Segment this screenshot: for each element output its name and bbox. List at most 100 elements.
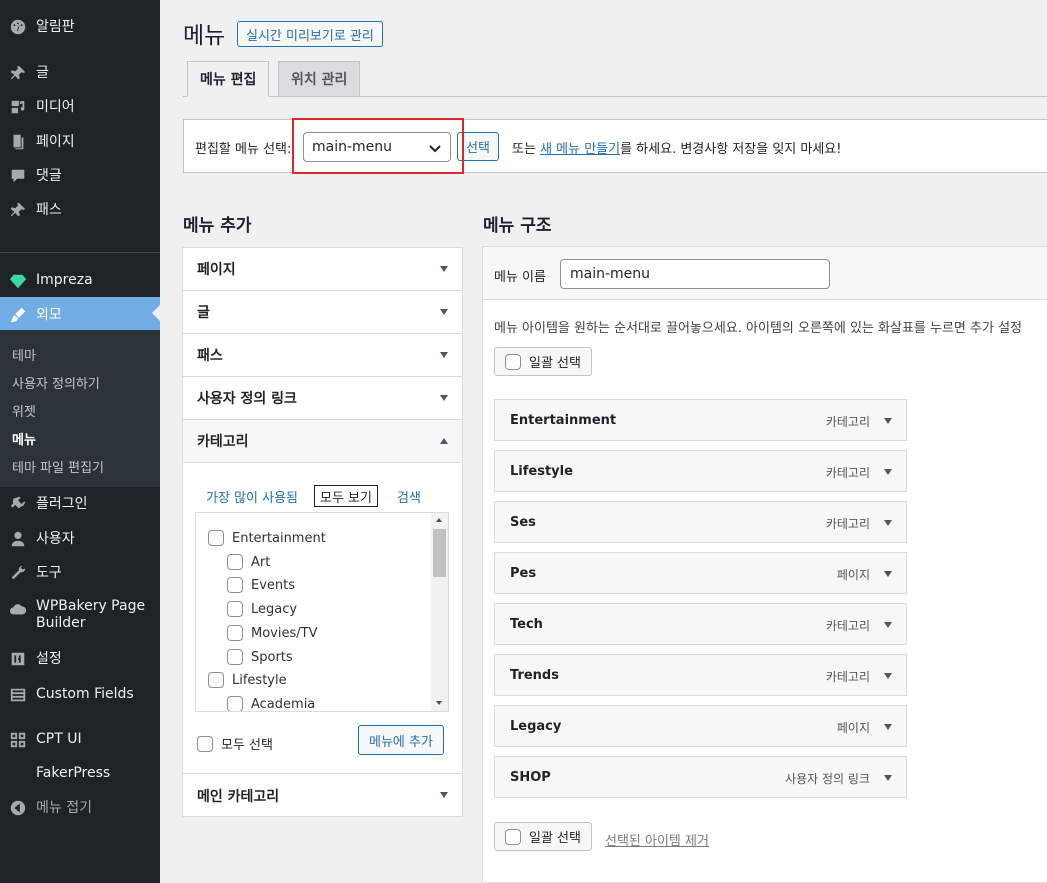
accordion-main-categories[interactable]: 메인 카테고리 [183, 773, 462, 817]
sidebar-item-cpt-ui[interactable]: CPT UI [0, 722, 160, 756]
scrollbar[interactable] [431, 513, 448, 711]
sidebar-item-appearance[interactable]: 외모 [0, 297, 160, 331]
sidebar-item-label: 설정 [36, 651, 62, 667]
menu-item-type: 카테고리 [825, 619, 870, 633]
scrollbar-thumb[interactable] [433, 529, 446, 577]
tab-edit-menus[interactable]: 메뉴 편집 [187, 61, 270, 97]
caret-down-icon[interactable] [884, 622, 892, 628]
caret-down-icon [440, 352, 448, 358]
menu-item[interactable]: Trends 카테고리 [494, 654, 907, 696]
bulk-select-bottom[interactable]: 일괄 선택 [494, 822, 592, 851]
remove-selected-items-link[interactable]: 선택된 아이템 제거 [605, 830, 709, 849]
pin-icon [8, 200, 28, 220]
caret-down-icon[interactable] [884, 520, 892, 526]
scroll-up-icon[interactable] [436, 518, 442, 522]
menu-item-type: 페이지 [836, 568, 870, 582]
list-item[interactable]: Entertainment [208, 530, 326, 546]
checkbox[interactable] [227, 554, 243, 570]
user-icon [8, 529, 28, 549]
checkbox[interactable] [505, 353, 521, 370]
menu-item[interactable]: Legacy 페이지 [494, 705, 907, 747]
list-item[interactable]: Academia [227, 696, 315, 711]
accordion-pages[interactable]: 페이지 [183, 248, 462, 291]
sidebar-item-plugins[interactable]: 플러그인 [0, 486, 160, 520]
sidebar-item-custom-fields[interactable]: Custom Fields [0, 677, 160, 711]
accordion-posts[interactable]: 글 [183, 291, 462, 334]
collapse-menu-button[interactable]: 메뉴 접기 [0, 790, 160, 824]
menu-item[interactable]: Lifestyle 카테고리 [494, 450, 907, 492]
add-to-menu-button[interactable]: 메뉴에 추가 [358, 725, 444, 755]
checkbox[interactable] [505, 828, 521, 845]
create-new-menu-link[interactable]: 새 메뉴 만들기 [540, 142, 620, 157]
menu-item-title: Lifestyle [510, 463, 573, 479]
highlight-annotation [292, 118, 464, 174]
menu-name-label: 메뉴 이름 [494, 270, 546, 285]
sidebar-item-impreza[interactable]: Impreza [0, 263, 160, 297]
sidebar-item-label: 메뉴 접기 [36, 800, 92, 816]
checkbox[interactable] [197, 735, 213, 752]
caret-down-icon[interactable] [884, 571, 892, 577]
submenu-item-themes[interactable]: 테마 [12, 345, 36, 364]
sidebar-item-tools[interactable]: 도구 [0, 555, 160, 589]
caret-down-icon[interactable] [884, 418, 892, 424]
checkbox[interactable] [227, 625, 243, 641]
tab-most-used[interactable]: 가장 많이 사용됨 [206, 487, 298, 506]
submenu-item-theme-editor[interactable]: 테마 파일 편집기 [12, 457, 104, 476]
sidebar-item-wpbakery[interactable]: WPBakery Page Builder [0, 598, 160, 632]
sidebar-item-users[interactable]: 사용자 [0, 521, 160, 555]
caret-down-icon[interactable] [884, 775, 892, 781]
live-preview-button[interactable]: 실시간 미리보기로 관리 [237, 21, 383, 47]
sidebar-item-comments[interactable]: 댓글 [0, 158, 160, 192]
category-label: Art [251, 554, 271, 570]
accordion-label: 카테고리 [197, 434, 249, 450]
tab-search[interactable]: 검색 [397, 487, 421, 506]
scroll-down-icon[interactable] [436, 701, 442, 705]
accordion-categories[interactable]: 카테고리 [183, 420, 462, 463]
list-item[interactable]: Art [227, 554, 270, 570]
menu-item[interactable]: Ses 카테고리 [494, 501, 907, 543]
sidebar-item-pages[interactable]: 페이지 [0, 124, 160, 158]
checkbox[interactable] [227, 696, 243, 711]
list-item[interactable]: Sports [227, 649, 293, 665]
checkbox[interactable] [208, 530, 224, 546]
list-item[interactable]: Legacy [227, 601, 297, 617]
submenu-item-customize[interactable]: 사용자 정의하기 [12, 373, 100, 392]
caret-down-icon[interactable] [884, 673, 892, 679]
menu-item[interactable]: Tech 카테고리 [494, 603, 907, 645]
bulk-select-top[interactable]: 일괄 선택 [494, 347, 592, 376]
sidebar-item-label: 알림판 [36, 19, 75, 35]
submenu-item-menus[interactable]: 메뉴 [12, 429, 36, 448]
menu-name-input[interactable]: main-menu [560, 259, 830, 289]
category-label: Movies/TV [251, 625, 318, 641]
sidebar-item-pes[interactable]: 패스 [0, 192, 160, 226]
menu-item[interactable]: SHOP 사용자 정의 링크 [494, 756, 907, 798]
list-item[interactable]: Movies/TV [227, 625, 317, 641]
list-item[interactable]: Events [227, 577, 295, 593]
accordion-pes[interactable]: 패스 [183, 334, 462, 377]
accordion-custom-links[interactable]: 사용자 정의 링크 [183, 377, 462, 420]
sidebar-item-media[interactable]: 미디어 [0, 89, 160, 123]
caret-down-icon[interactable] [884, 724, 892, 730]
menu-item[interactable]: Pes 페이지 [494, 552, 907, 594]
submenu-item-widgets[interactable]: 위젯 [12, 401, 36, 420]
sidebar-item-label: Custom Fields [36, 686, 134, 702]
checkbox[interactable] [227, 649, 243, 665]
checkbox[interactable] [208, 672, 224, 688]
select-all-categories[interactable]: 모두 선택 [197, 734, 273, 753]
checkbox[interactable] [227, 577, 243, 593]
sidebar-item-fakerpress[interactable]: FakerPress [0, 756, 160, 790]
caret-down-icon[interactable] [884, 469, 892, 475]
list-item[interactable]: Lifestyle [208, 672, 287, 688]
sidebar-item-label: 외모 [36, 307, 62, 323]
sidebar-item-posts[interactable]: 글 [0, 55, 160, 89]
sidebar-item-dashboard[interactable]: 알림판 [0, 9, 160, 43]
sidebar-item-label: 글 [36, 65, 49, 81]
tab-manage-locations[interactable]: 위치 관리 [278, 61, 361, 97]
checkbox[interactable] [227, 601, 243, 617]
menu-item[interactable]: Entertainment 카테고리 [494, 399, 907, 441]
sidebar-item-settings[interactable]: 설정 [0, 641, 160, 675]
menu-item-type: 카테고리 [825, 415, 870, 429]
select-menu-label: 편집할 메뉴 선택: [195, 142, 292, 157]
menu-structure-panel: 메뉴 이름 main-menu 메뉴 아이템을 원하는 순서대로 끌어놓으세요.… [482, 246, 1047, 883]
tab-view-all[interactable]: 모두 보기 [314, 485, 378, 507]
